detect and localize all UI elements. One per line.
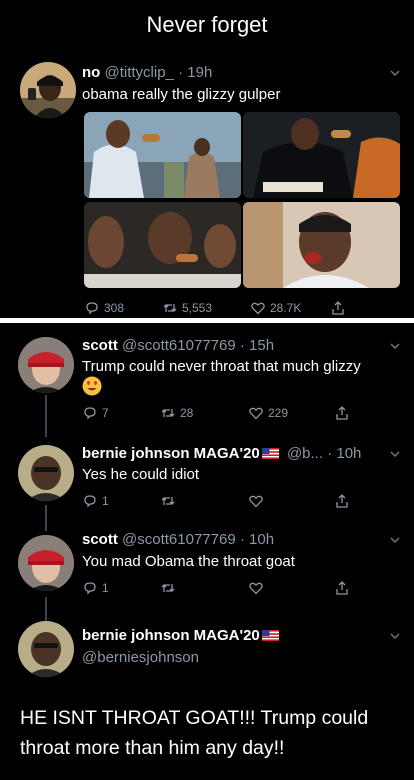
thread-line: [45, 597, 47, 621]
retweet-button[interactable]: 28: [160, 405, 193, 421]
share-icon: [336, 406, 348, 420]
like-count: 28.7K: [270, 301, 302, 315]
reply-count: 7: [102, 406, 109, 420]
retweet-icon: [161, 497, 175, 505]
retweet-icon: [161, 584, 175, 592]
us-flag-icon: [261, 630, 279, 641]
tweet-text: Trump could never throat that much glizz…: [82, 358, 361, 375]
avatar[interactable]: [18, 445, 74, 501]
reply-button[interactable]: 7: [82, 405, 109, 421]
like-icon: [249, 407, 263, 420]
photo-4[interactable]: [243, 202, 400, 288]
share-icon: [336, 494, 348, 508]
like-icon: [249, 582, 263, 595]
like-button[interactable]: 28.7K: [250, 300, 301, 316]
reply-icon: [86, 302, 98, 315]
timestamp[interactable]: · 10h: [327, 445, 361, 462]
tweet-text: Yes he could idiot: [82, 466, 200, 483]
chevron-down-icon[interactable]: [390, 535, 400, 545]
display-name[interactable]: scott: [82, 337, 118, 354]
tweet-header: no @tittyclip_ · 19h: [82, 64, 212, 81]
like-icon: [251, 302, 265, 315]
reply-button[interactable]: 308: [84, 300, 124, 316]
retweet-count: 5,553: [182, 301, 213, 315]
like-button[interactable]: [248, 493, 264, 509]
tweet-text: You mad Obama the throat goat: [82, 553, 295, 570]
photo-1[interactable]: [84, 112, 241, 198]
avatar[interactable]: [18, 621, 74, 677]
avatar[interactable]: [20, 62, 76, 118]
retweet-icon: [161, 409, 175, 417]
reply-count: 308: [104, 301, 125, 315]
user-handle[interactable]: @scott61077769: [122, 337, 236, 354]
user-handle[interactable]: @scott61077769: [122, 531, 236, 548]
heart-eyes-emoji: [82, 376, 102, 396]
tweet-actions: 308 5,553 28.7K: [84, 300, 380, 318]
reply-icon: [84, 407, 96, 420]
reply-count: 1: [102, 581, 109, 595]
photo-grid: [84, 112, 400, 288]
avatar[interactable]: [18, 535, 74, 591]
share-button[interactable]: [334, 493, 350, 509]
focused-tweet-text: HE ISNT THROAT GOAT!!! Trump could throa…: [20, 707, 369, 759]
share-button[interactable]: [330, 300, 346, 316]
photo-2[interactable]: [243, 112, 400, 198]
share-icon: [336, 581, 348, 595]
retweet-button[interactable]: [160, 580, 176, 596]
reply-button[interactable]: 1: [82, 580, 109, 596]
user-handle[interactable]: @b...: [287, 445, 323, 462]
retweet-count: 28: [180, 406, 194, 420]
chevron-down-icon[interactable]: [390, 449, 400, 459]
reply-icon: [84, 495, 96, 508]
user-handle[interactable]: @tittyclip_: [105, 64, 174, 81]
chevron-down-icon[interactable]: [390, 631, 400, 641]
retweet-button[interactable]: 5,553: [162, 300, 212, 316]
us-flag-icon: [261, 448, 279, 459]
reply-icon: [84, 582, 96, 595]
reply-count: 1: [102, 494, 109, 508]
thread-line: [45, 395, 47, 437]
tweet-header: scott @scott61077769 · 15h: [82, 337, 274, 354]
display-name[interactable]: bernie johnson MAGA'20: [82, 627, 260, 644]
tweet-actions: 1: [82, 580, 362, 598]
display-name[interactable]: scott: [82, 531, 118, 548]
share-button[interactable]: [334, 405, 350, 421]
like-count: 229: [268, 406, 289, 420]
photo-3[interactable]: [84, 202, 241, 288]
like-button[interactable]: 229: [248, 405, 288, 421]
original-tweet[interactable]: no @tittyclip_ · 19h obama really the gl…: [0, 52, 414, 318]
like-icon: [249, 495, 263, 508]
tweet-header: bernie johnson MAGA'20 @b... · 10h: [82, 445, 361, 462]
tweet-header: bernie johnson MAGA'20: [82, 627, 279, 644]
timestamp[interactable]: · 19h: [178, 64, 212, 81]
tweet-text: obama really the glizzy gulper: [82, 86, 281, 103]
timestamp[interactable]: · 10h: [240, 531, 274, 548]
user-handle[interactable]: @berniesjohnson: [82, 649, 199, 666]
reply-thread: scott @scott61077769 · 15h Trump could n…: [0, 323, 414, 780]
chevron-down-icon[interactable]: [390, 341, 400, 351]
tweet-header: scott @scott61077769 · 10h: [82, 531, 274, 548]
retweet-icon: [163, 304, 177, 312]
tweet-actions: 1: [82, 493, 362, 511]
share-icon: [332, 301, 344, 315]
user-handle-row: @berniesjohnson: [82, 649, 199, 666]
chevron-down-icon[interactable]: [390, 68, 400, 78]
tweet-actions: 7 28 229: [82, 405, 362, 423]
reply-button[interactable]: 1: [82, 493, 109, 509]
share-button[interactable]: [334, 580, 350, 596]
retweet-button[interactable]: [160, 493, 176, 509]
display-name[interactable]: bernie johnson MAGA'20: [82, 445, 260, 462]
display-name[interactable]: no: [82, 64, 100, 81]
timestamp[interactable]: · 15h: [240, 337, 274, 354]
like-button[interactable]: [248, 580, 264, 596]
meme-caption: Never forget: [146, 12, 268, 37]
avatar[interactable]: [18, 337, 74, 393]
thread-line: [45, 505, 47, 531]
